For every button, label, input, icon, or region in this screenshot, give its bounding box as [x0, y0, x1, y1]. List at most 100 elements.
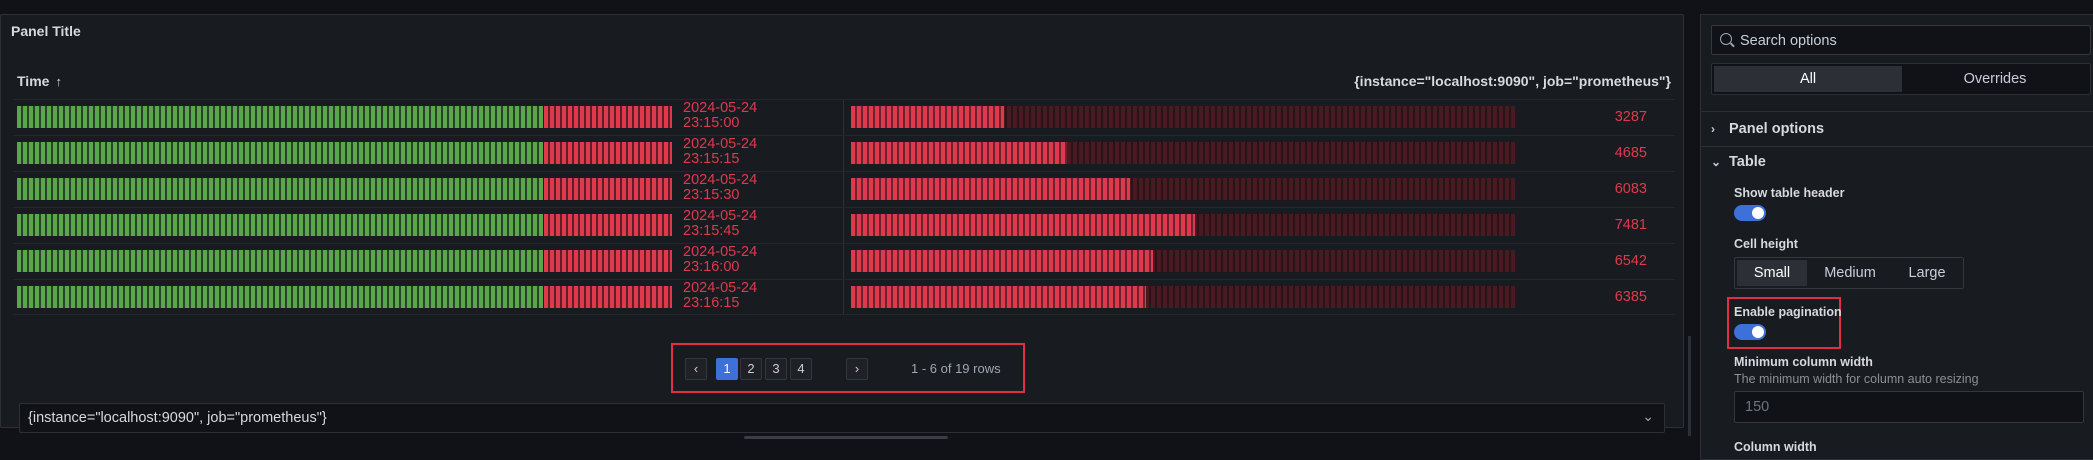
gauge-green-segment	[17, 286, 543, 308]
series-select-value: {instance="localhost:9090", job="prometh…	[28, 410, 327, 426]
value-cell: 6385	[1614, 289, 1647, 305]
chevron-down-icon: ⌄	[1642, 408, 1654, 424]
value-gauge	[851, 286, 1515, 308]
prev-page-button[interactable]: ‹	[685, 358, 707, 380]
section-table-label: Table	[1729, 154, 1766, 170]
next-page-button[interactable]: ›	[846, 358, 868, 380]
horizontal-scrollbar[interactable]	[744, 436, 948, 439]
gauge-green-segment	[17, 250, 543, 272]
gauge-red-segment	[544, 106, 672, 128]
value-cell: 7481	[1614, 217, 1647, 233]
time-cell-date: 2024-05-24	[683, 100, 758, 116]
value-gauge-fill	[851, 178, 1130, 200]
gauge-green-segment	[17, 106, 543, 128]
cell-height-medium[interactable]: Medium	[1809, 260, 1891, 286]
value-cell: 3287	[1614, 109, 1647, 125]
column-separator	[843, 244, 844, 279]
column-header-time-label: Time	[17, 73, 50, 89]
cell-height-label: Cell height	[1734, 237, 1798, 251]
table-row: 2024-05-24 23:15:00 3287	[13, 99, 1675, 135]
column-separator	[843, 100, 844, 135]
column-header-series[interactable]: {instance="localhost:9090", job="prometh…	[1354, 73, 1671, 89]
min-column-width-label: Minimum column width	[1734, 355, 1873, 369]
time-cell-date: 2024-05-24	[683, 280, 758, 296]
table-row: 2024-05-24 23:16:00 6542	[13, 243, 1675, 279]
time-gauge	[17, 286, 685, 308]
value-cell: 6083	[1614, 181, 1647, 197]
time-cell-time: 23:15:30	[683, 187, 740, 203]
pagination: ‹ 1 2 3 4 › 1 - 6 of 19 rows	[671, 343, 1025, 393]
column-header-time[interactable]: Time ↑	[17, 73, 62, 89]
vertical-scrollbar[interactable]	[1688, 336, 1691, 436]
show-table-header-label: Show table header	[1734, 186, 1845, 200]
series-select[interactable]: {instance="localhost:9090", job="prometh…	[19, 403, 1665, 433]
value-gauge	[851, 214, 1515, 236]
time-gauge	[17, 106, 685, 128]
cell-height-large[interactable]: Large	[1893, 260, 1961, 286]
min-column-width-field[interactable]	[1734, 391, 2084, 423]
panel-title: Panel Title	[11, 23, 81, 39]
enable-pagination-label: Enable pagination	[1734, 305, 1842, 319]
gauge-red-segment	[544, 250, 672, 272]
chevron-right-icon: ›	[1711, 122, 1715, 136]
section-table[interactable]: ⌄ Table	[1711, 154, 1766, 170]
page-button-1[interactable]: 1	[716, 358, 738, 380]
show-table-header-toggle[interactable]	[1734, 205, 1766, 221]
time-cell-time: 23:16:15	[683, 295, 740, 311]
gauge-green-segment	[17, 214, 543, 236]
chevron-down-icon: ⌄	[1711, 155, 1722, 169]
gauge-red-segment	[544, 142, 672, 164]
time-gauge	[17, 142, 685, 164]
page-button-4[interactable]: 4	[790, 358, 812, 380]
value-cell: 4685	[1614, 145, 1647, 161]
column-separator	[843, 136, 844, 171]
time-cell: 2024-05-24 23:15:00	[683, 101, 757, 131]
time-cell: 2024-05-24 23:16:00	[683, 245, 757, 275]
value-gauge	[851, 178, 1515, 200]
time-gauge	[17, 178, 685, 200]
search-input[interactable]	[1738, 30, 2082, 52]
time-cell-date: 2024-05-24	[683, 244, 758, 260]
value-gauge-fill	[851, 286, 1147, 308]
column-separator	[843, 172, 844, 207]
time-cell-date: 2024-05-24	[683, 208, 758, 224]
column-separator	[843, 208, 844, 243]
gauge-green-segment	[17, 178, 543, 200]
value-gauge	[851, 106, 1515, 128]
gauge-red-segment	[544, 286, 672, 308]
divider	[1701, 146, 2093, 147]
time-gauge	[17, 250, 685, 272]
time-cell-time: 23:16:00	[683, 259, 740, 275]
panel: Panel Title Time ↑ {instance="localhost:9…	[0, 14, 1684, 433]
page-button-2[interactable]: 2	[740, 358, 762, 380]
arrow-up-icon: ↑	[55, 74, 62, 89]
value-gauge	[851, 250, 1515, 272]
value-cell: 6542	[1614, 253, 1647, 269]
enable-pagination-toggle[interactable]	[1734, 324, 1766, 340]
section-panel-options[interactable]: › Panel options	[1711, 121, 1824, 137]
time-cell: 2024-05-24 23:15:15	[683, 137, 757, 167]
tab-all[interactable]: All	[1714, 66, 1902, 92]
value-gauge-fill	[851, 214, 1195, 236]
time-cell: 2024-05-24 23:15:45	[683, 209, 757, 239]
time-cell-date: 2024-05-24	[683, 136, 758, 152]
search-options[interactable]	[1711, 25, 2091, 55]
min-column-width-description: The minimum width for column auto resizi…	[1734, 372, 1979, 386]
section-panel-options-label: Panel options	[1729, 121, 1825, 137]
time-cell-date: 2024-05-24	[683, 172, 758, 188]
options-tabs: All Overrides	[1711, 63, 2091, 95]
cell-height-radio-group: Small Medium Large	[1734, 257, 1964, 289]
tab-overrides[interactable]: Overrides	[1902, 66, 2088, 92]
table-body: 2024-05-24 23:15:00 3287 2024-05-24 23:15:15…	[13, 99, 1675, 315]
table-row: 2024-05-24 23:16:15 6385	[13, 279, 1675, 315]
min-column-width-input[interactable]	[1743, 398, 2047, 416]
table-row: 2024-05-24 23:15:15 4685	[13, 135, 1675, 171]
value-gauge-fill	[851, 106, 1004, 128]
pagination-info: 1 - 6 of 19 rows	[911, 361, 1001, 376]
time-gauge	[17, 214, 685, 236]
column-separator	[843, 280, 844, 314]
cell-height-small[interactable]: Small	[1737, 260, 1807, 286]
time-cell-time: 23:15:45	[683, 223, 740, 239]
page-button-3[interactable]: 3	[765, 358, 787, 380]
time-cell: 2024-05-24 23:15:30	[683, 173, 757, 203]
